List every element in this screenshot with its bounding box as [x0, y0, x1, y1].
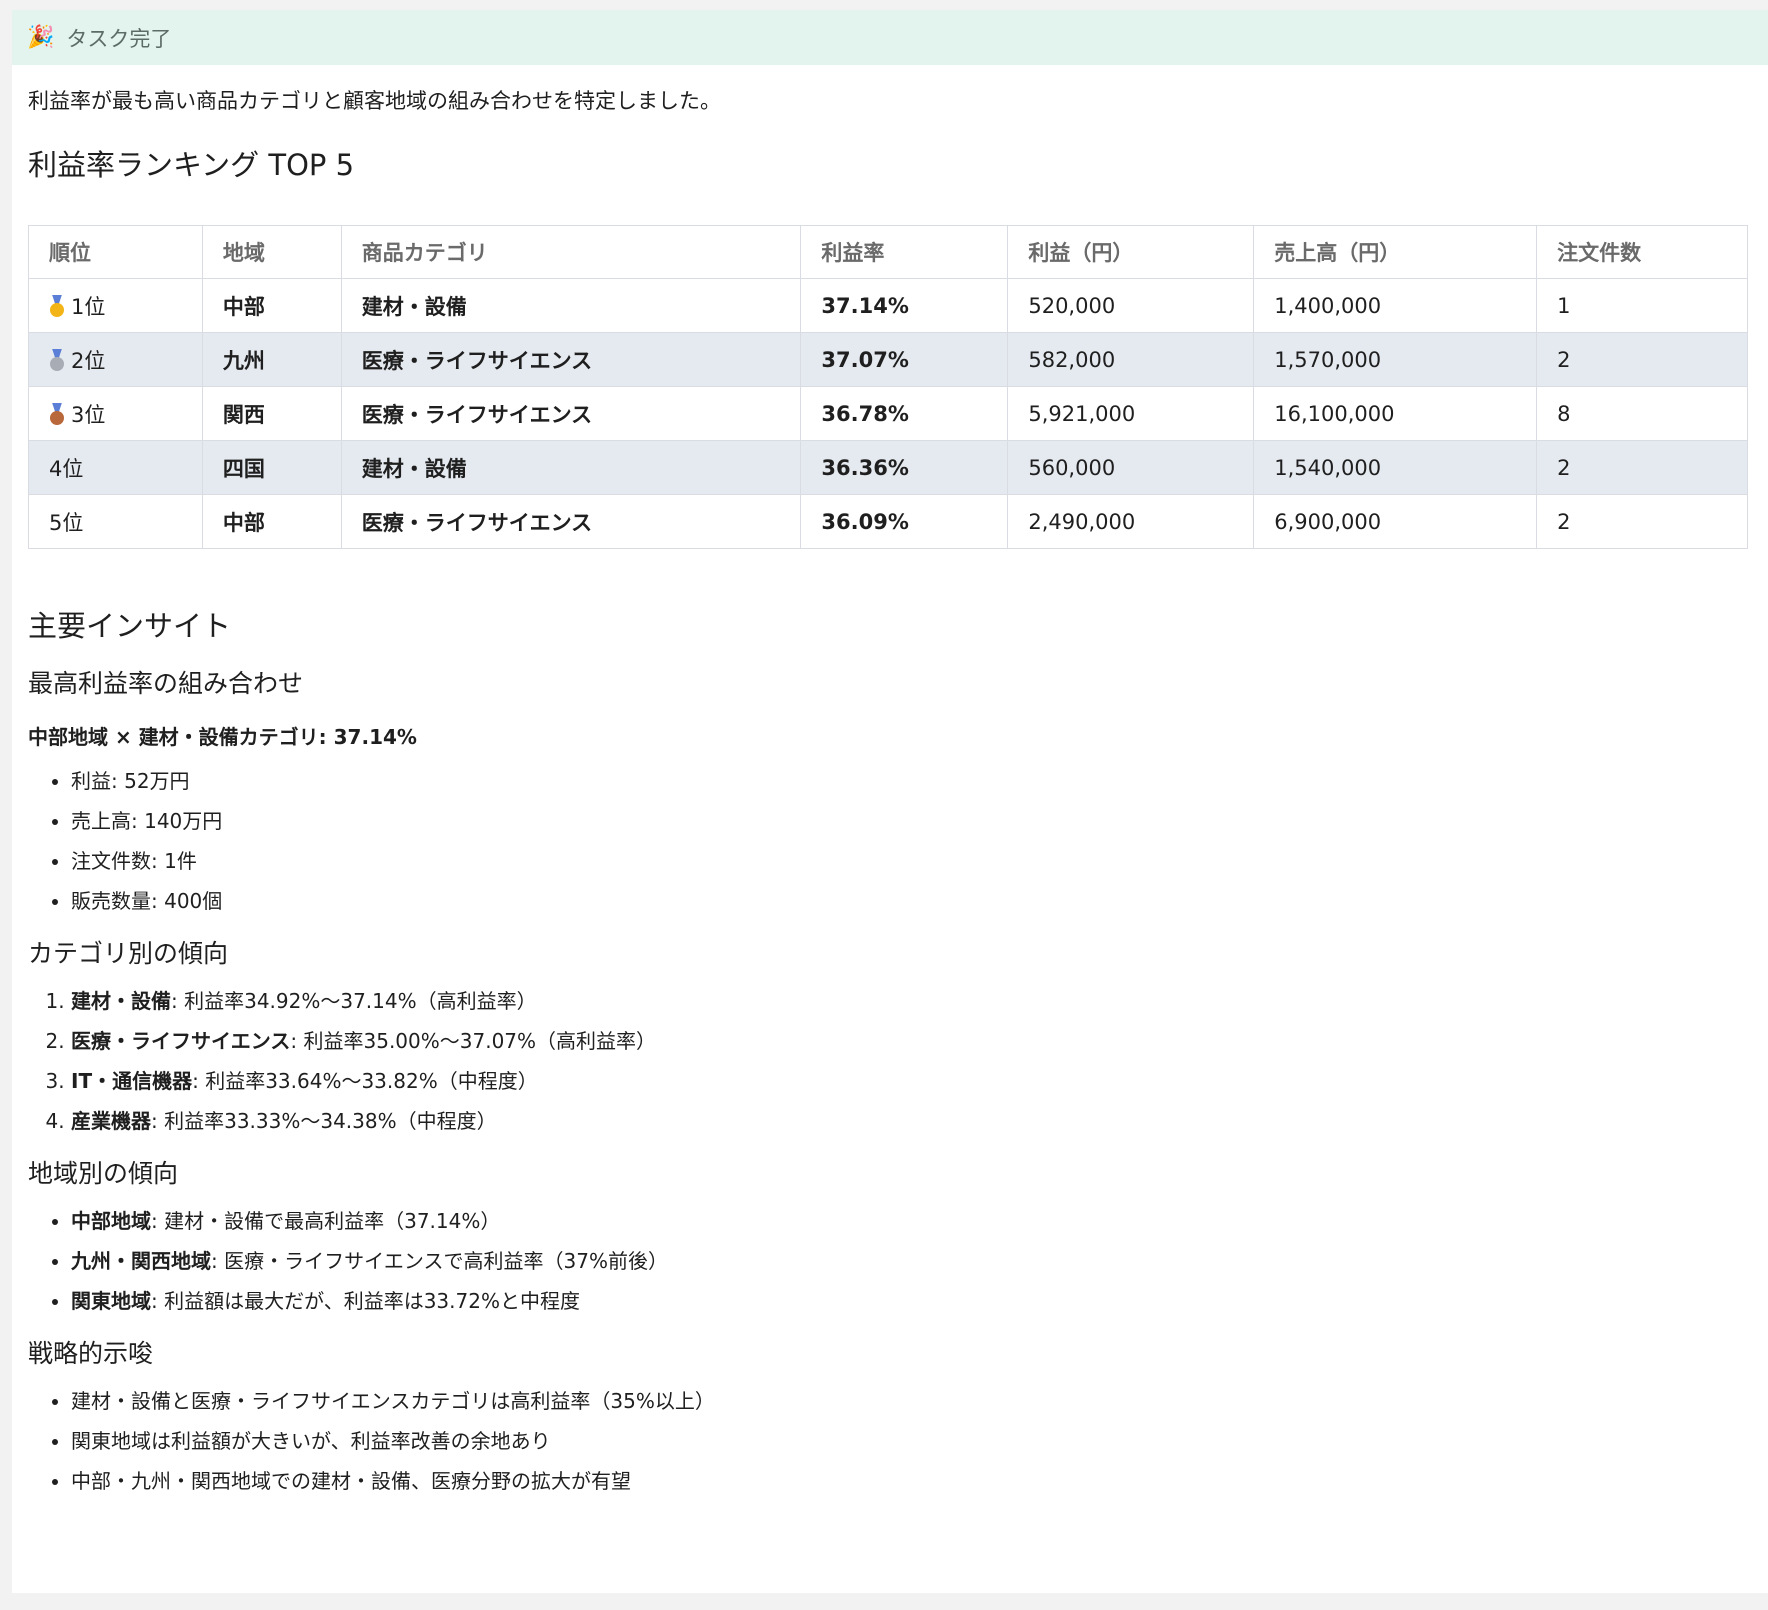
category-cell: 医療・ライフサイエンス [340, 386, 802, 441]
category-cell: 建材・設備 [340, 278, 802, 333]
party-popper-icon: 🎉 [27, 25, 55, 50]
table-row: 4位 四国 建材・設備 36.36% 560,000 1,540,000 2 [28, 440, 1748, 495]
list-item: 産業機器: 利益率33.33%〜34.38%（中程度） [71, 1106, 1752, 1136]
table-row: 2位 九州 医療・ライフサイエンス 37.07% 582,000 1,570,0… [28, 332, 1748, 387]
margin-cell: 36.78% [800, 386, 1009, 441]
rank-cell: 2位 [28, 332, 203, 387]
task-result-card: 🎉 タスク完了 利益率が最も高い商品カテゴリと顧客地域の組み合わせを特定しました… [12, 10, 1768, 1593]
region-cell: 九州 [201, 332, 342, 387]
col-header-profit: 利益（円） [1007, 225, 1255, 279]
list-item: 中部・九州・関西地域での建材・設備、医療分野の拡大が有望 [71, 1466, 1752, 1496]
profit-cell: 2,490,000 [1007, 494, 1255, 549]
profit-cell: 520,000 [1007, 278, 1255, 333]
list-item: 関東地域は利益額が大きいが、利益率改善の余地あり [71, 1426, 1752, 1456]
sales-cell: 16,100,000 [1253, 386, 1538, 441]
col-header-sales: 売上高（円） [1253, 225, 1538, 279]
best-combination-list: 利益: 52万円 売上高: 140万円 注文件数: 1件 販売数量: 400個 [28, 766, 1752, 916]
col-header-margin: 利益率 [800, 225, 1009, 279]
profit-cell: 5,921,000 [1007, 386, 1255, 441]
rank-cell: 4位 [28, 440, 203, 495]
sales-cell: 6,900,000 [1253, 494, 1538, 549]
banner-title: タスク完了 [66, 26, 172, 51]
profit-cell: 560,000 [1007, 440, 1255, 495]
silver-medal-icon [49, 348, 65, 371]
ranking-table: 順位 地域 商品カテゴリ 利益率 利益（円） 売上高（円） 注文件数 1位 中部… [28, 225, 1748, 549]
region-cell: 中部 [201, 494, 342, 549]
orders-cell: 8 [1536, 386, 1748, 441]
sales-cell: 1,540,000 [1253, 440, 1538, 495]
rank-cell: 3位 [28, 386, 203, 441]
list-item: 建材・設備と医療・ライフサイエンスカテゴリは高利益率（35%以上） [71, 1386, 1752, 1416]
category-trends-title: カテゴリ別の傾向 [28, 939, 229, 968]
orders-cell: 2 [1536, 440, 1748, 495]
col-header-orders: 注文件数 [1536, 225, 1748, 279]
list-item: 九州・関西地域: 医療・ライフサイエンスで高利益率（37%前後） [71, 1246, 1752, 1276]
category-cell: 医療・ライフサイエンス [340, 494, 802, 549]
profit-cell: 582,000 [1007, 332, 1255, 387]
result-content: 利益率が最も高い商品カテゴリと顧客地域の組み合わせを特定しました。 利益率ランキ… [12, 85, 1768, 1496]
list-item: IT・通信機器: 利益率33.64%〜33.82%（中程度） [71, 1066, 1752, 1096]
margin-cell: 36.09% [800, 494, 1009, 549]
table-header-row: 順位 地域 商品カテゴリ 利益率 利益（円） 売上高（円） 注文件数 [28, 225, 1748, 279]
ranking-title: 利益率ランキング TOP 5 [28, 148, 355, 182]
gold-medal-icon [49, 294, 65, 317]
best-combination-title: 最高利益率の組み合わせ [28, 669, 304, 698]
best-combination-highlight: 中部地域 × 建材・設備カテゴリ: 37.14% [28, 725, 417, 749]
margin-cell: 36.36% [800, 440, 1009, 495]
col-header-rank: 順位 [28, 225, 203, 279]
sales-cell: 1,570,000 [1253, 332, 1538, 387]
rank-cell: 5位 [28, 494, 203, 549]
category-trends-list: 建材・設備: 利益率34.92%〜37.14%（高利益率） 医療・ライフサイエン… [28, 986, 1752, 1136]
rank-cell: 1位 [28, 278, 203, 333]
table-row: 5位 中部 医療・ライフサイエンス 36.09% 2,490,000 6,900… [28, 494, 1748, 549]
region-trends-title: 地域別の傾向 [28, 1159, 179, 1188]
list-item: 利益: 52万円 [71, 766, 1752, 796]
list-item: 販売数量: 400個 [71, 886, 1752, 916]
list-item: 建材・設備: 利益率34.92%〜37.14%（高利益率） [71, 986, 1752, 1016]
orders-cell: 1 [1536, 278, 1748, 333]
bronze-medal-icon [49, 402, 65, 425]
category-cell: 医療・ライフサイエンス [340, 332, 802, 387]
region-cell: 関西 [201, 386, 342, 441]
region-cell: 四国 [201, 440, 342, 495]
task-complete-banner: 🎉 タスク完了 [12, 10, 1768, 65]
sales-cell: 1,400,000 [1253, 278, 1538, 333]
orders-cell: 2 [1536, 494, 1748, 549]
insights-title: 主要インサイト [28, 609, 232, 643]
margin-cell: 37.14% [800, 278, 1009, 333]
table-row: 1位 中部 建材・設備 37.14% 520,000 1,400,000 1 [28, 278, 1748, 333]
list-item: 売上高: 140万円 [71, 806, 1752, 836]
table-row: 3位 関西 医療・ライフサイエンス 36.78% 5,921,000 16,10… [28, 386, 1748, 441]
strategy-list: 建材・設備と医療・ライフサイエンスカテゴリは高利益率（35%以上） 関東地域は利… [28, 1386, 1752, 1496]
strategy-title: 戦略的示唆 [28, 1339, 154, 1368]
margin-cell: 37.07% [800, 332, 1009, 387]
list-item: 医療・ライフサイエンス: 利益率35.00%〜37.07%（高利益率） [71, 1026, 1752, 1056]
col-header-category: 商品カテゴリ [340, 225, 802, 279]
region-cell: 中部 [201, 278, 342, 333]
region-trends-list: 中部地域: 建材・設備で最高利益率（37.14%） 九州・関西地域: 医療・ライ… [28, 1206, 1752, 1316]
intro-text: 利益率が最も高い商品カテゴリと顧客地域の組み合わせを特定しました。 [28, 89, 721, 113]
list-item: 注文件数: 1件 [71, 846, 1752, 876]
list-item: 中部地域: 建材・設備で最高利益率（37.14%） [71, 1206, 1752, 1236]
category-cell: 建材・設備 [340, 440, 802, 495]
orders-cell: 2 [1536, 332, 1748, 387]
list-item: 関東地域: 利益額は最大だが、利益率は33.72%と中程度 [71, 1286, 1752, 1316]
col-header-region: 地域 [201, 225, 342, 279]
